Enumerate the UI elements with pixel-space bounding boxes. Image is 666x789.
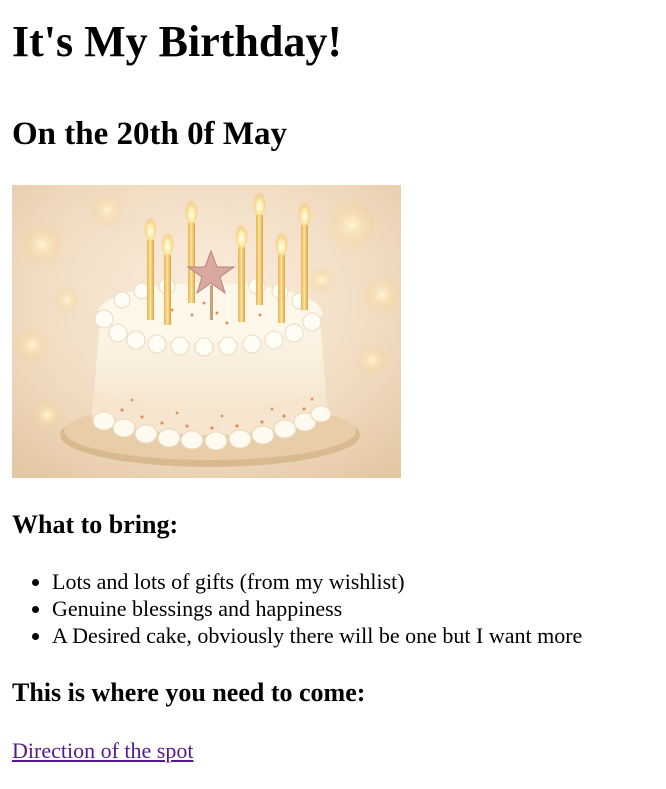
bring-list: Lots and lots of gifts (from my wishlist… xyxy=(12,568,666,649)
date-heading: On the 20th 0f May xyxy=(12,116,287,152)
location-heading: This is where you need to come: xyxy=(12,678,366,707)
direction-link[interactable]: Direction of the spot xyxy=(12,737,193,764)
list-item: Genuine blessings and happiness xyxy=(52,595,666,622)
list-item: Lots and lots of gifts (from my wishlist… xyxy=(52,568,666,595)
what-to-bring-heading: What to bring: xyxy=(12,510,179,539)
list-item: A Desired cake, obviously there will be … xyxy=(52,622,666,649)
page-title: It's My Birthday! xyxy=(12,17,342,66)
page: It's My Birthday! On the 20th 0f May Wha… xyxy=(0,16,666,764)
birthday-cake-image xyxy=(12,185,401,478)
